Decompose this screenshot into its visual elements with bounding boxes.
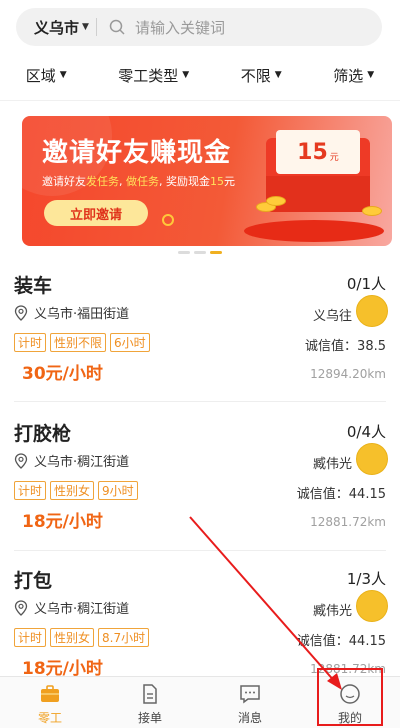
chat-icon [240, 685, 260, 704]
envelope-flap [266, 176, 370, 212]
nav-label: 消息 [237, 711, 262, 725]
city-label: 义乌市 [34, 18, 80, 37]
credit-score: 诚信值：44.15 [296, 487, 386, 502]
job-pay: 18元/小时 [22, 512, 103, 532]
chevron-down-icon: ▼ [82, 22, 89, 32]
job-card[interactable]: 打胶枪 0/4人 义乌市·稠江街道 臧伟光 计时 性别女 9小时 诚信值：44.… [0, 419, 400, 559]
nav-label: 接单 [137, 711, 162, 725]
poster-name: 臧伟光 [312, 457, 352, 472]
carousel-indicator [0, 251, 400, 254]
filter-job-type[interactable]: 零工类型 ▼ [118, 65, 189, 86]
chevron-down-icon: ▼ [367, 70, 375, 80]
divider [14, 401, 386, 402]
envelope-amount: 15 [297, 139, 328, 165]
coin-icon [266, 196, 286, 206]
tag-pay-type: 计时 [14, 333, 47, 352]
avatar[interactable] [356, 443, 388, 475]
nav-label: 零工 [37, 711, 62, 725]
briefcase-icon [41, 685, 59, 702]
filter-unlimited[interactable]: 不限 ▼ [241, 65, 282, 86]
nav-messages[interactable]: 消息 [200, 677, 300, 728]
city-selector[interactable]: 义乌市 ▼ [16, 17, 96, 38]
filter-bar: 区域 ▼ 零工类型 ▼ 不限 ▼ 筛选 ▼ [0, 56, 400, 94]
banner-podium [244, 220, 384, 242]
location-text: 义乌市·稠江街道 [34, 455, 130, 470]
banner-subtitle: 邀请好友发任务, 做任务, 奖励现金15元 [42, 173, 235, 189]
nav-orders[interactable]: 接单 [100, 677, 200, 728]
chevron-down-icon: ▼ [59, 70, 67, 80]
tag-gender: 性别不限 [50, 333, 107, 352]
job-title: 装车 [14, 275, 53, 297]
tag-duration: 9小时 [98, 481, 138, 500]
avatar[interactable] [356, 295, 388, 327]
poster-name: 臧伟光 [312, 604, 352, 619]
job-title: 打胶枪 [14, 423, 72, 445]
divider [14, 550, 386, 551]
job-tags: 计时 性别不限 6小时 [14, 333, 150, 352]
filter-label: 筛选 [333, 66, 364, 85]
filter-label: 不限 [240, 66, 271, 85]
filter-area[interactable]: 区域 ▼ [26, 65, 67, 86]
banner-subtitle-prefix: 邀请好友 [42, 175, 86, 188]
chevron-down-icon: ▼ [182, 70, 190, 80]
location-pin-icon [14, 599, 28, 616]
banner-subtitle-highlight: 做任务 [126, 175, 159, 188]
avatar[interactable] [356, 590, 388, 622]
job-location: 义乌市·福田街道 [14, 303, 129, 322]
location-pin-icon [14, 304, 28, 321]
chevron-down-icon: ▼ [274, 70, 282, 80]
job-headcount: 0/1人 [346, 275, 386, 293]
carousel-dot-active [210, 251, 222, 254]
tag-duration: 8.7小时 [98, 628, 150, 647]
filter-label: 区域 [25, 66, 56, 85]
job-card[interactable]: 装车 0/1人 义乌市·福田街道 义乌往 计时 性别不限 6小时 诚信值：38.… [0, 271, 400, 411]
job-headcount: 0/4人 [346, 423, 386, 441]
location-text: 义乌市·稠江街道 [34, 602, 130, 617]
banner-title: 邀请好友赚现金 [42, 138, 232, 168]
poster-name: 义乌往 [312, 309, 352, 324]
banner-subtitle-suffix: , 奖励现金 [159, 175, 210, 188]
banner-subtitle-sep: , [119, 175, 126, 188]
banner-subtitle-amount: 15 [210, 175, 224, 188]
job-location: 义乌市·稠江街道 [14, 598, 129, 617]
search-input[interactable]: 请输入关键词 [135, 17, 225, 38]
tag-duration: 6小时 [110, 333, 150, 352]
job-tags: 计时 性别女 9小时 [14, 481, 138, 500]
filter-screen[interactable]: 筛选 ▼ [333, 65, 374, 86]
search-icon [109, 19, 125, 35]
annotation-highlight-box [317, 668, 383, 726]
job-headcount: 1/3人 [346, 570, 386, 588]
job-pay: 30元/小时 [22, 364, 103, 384]
banner-subtitle-unit: 元 [224, 175, 235, 188]
job-distance: 12881.72km [310, 515, 386, 529]
nav-gig[interactable]: 零工 [0, 677, 100, 728]
invite-now-button[interactable]: 立即邀请 [44, 200, 148, 226]
job-title: 打包 [14, 570, 53, 592]
document-icon [143, 684, 157, 704]
envelope-unit: 元 [329, 152, 339, 163]
job-tags: 计时 性别女 8.7小时 [14, 628, 150, 647]
tag-gender: 性别女 [50, 481, 95, 500]
top-bar: 义乌市 ▼ 请输入关键词 [0, 0, 400, 56]
job-distance: 12894.20km [310, 367, 386, 381]
location-pin-icon [14, 452, 28, 469]
banner-subtitle-highlight: 发任务 [86, 175, 119, 188]
tag-gender: 性别女 [50, 628, 95, 647]
location-text: 义乌市·福田街道 [34, 307, 130, 322]
job-location: 义乌市·稠江街道 [14, 451, 129, 470]
credit-score: 诚信值：38.5 [305, 339, 386, 354]
tag-pay-type: 计时 [14, 481, 47, 500]
filter-label: 零工类型 [118, 66, 179, 85]
envelope-card: 15 元 [276, 130, 360, 174]
credit-score: 诚信值：44.15 [296, 634, 386, 649]
divider [0, 100, 400, 101]
search-bar[interactable]: 义乌市 ▼ 请输入关键词 [16, 8, 382, 46]
carousel-dot [178, 251, 190, 254]
invite-banner[interactable]: 邀请好友赚现金 邀请好友发任务, 做任务, 奖励现金15元 立即邀请 15 元 [22, 116, 392, 246]
divider [96, 18, 97, 36]
banner-decoration [162, 214, 174, 226]
carousel-dot [194, 251, 206, 254]
tag-pay-type: 计时 [14, 628, 47, 647]
coin-icon [362, 206, 382, 216]
